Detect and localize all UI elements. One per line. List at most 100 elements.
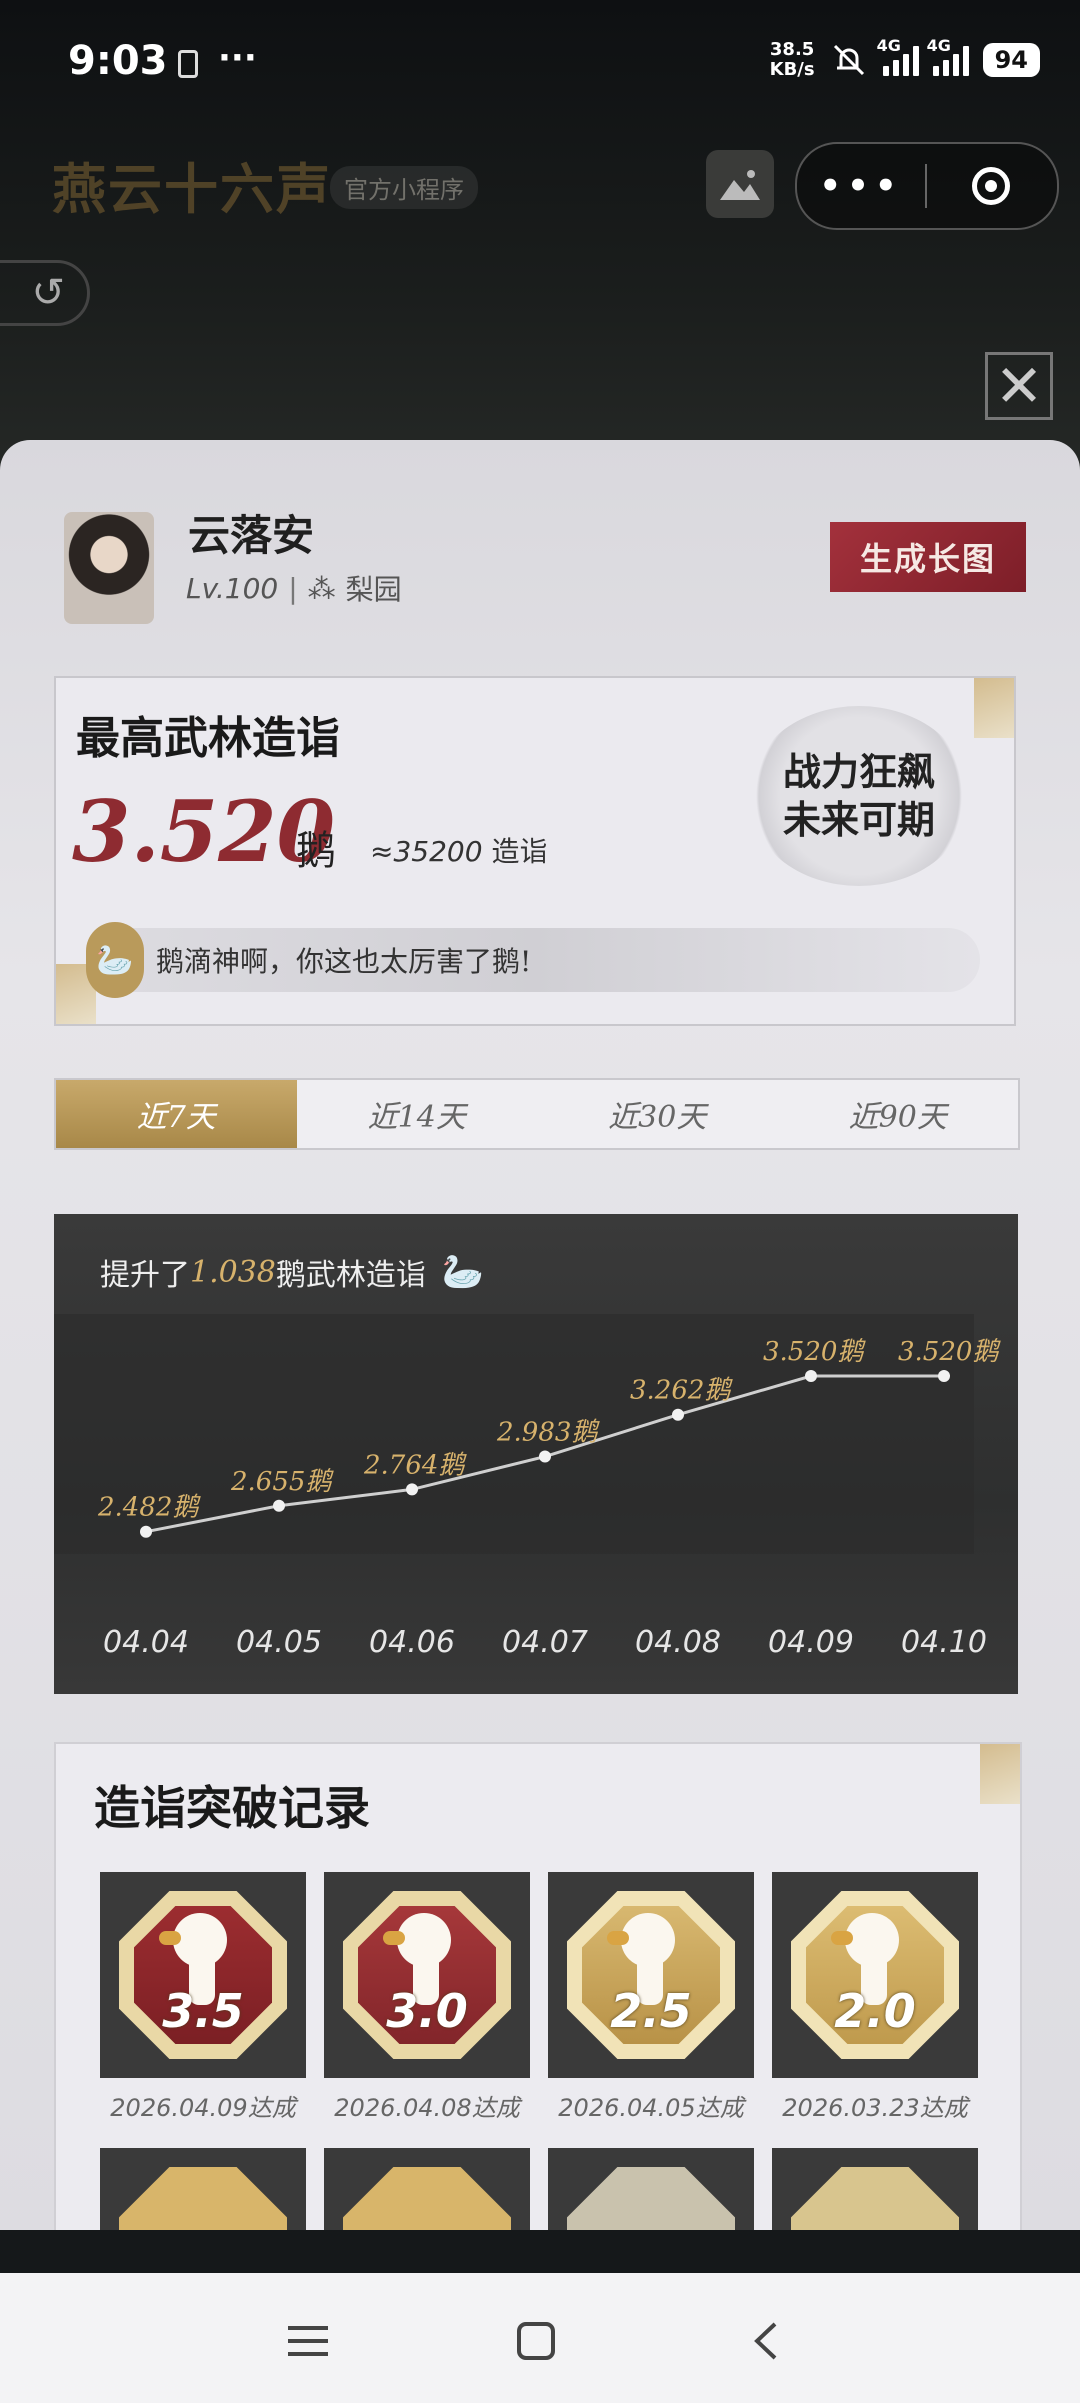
data-point	[140, 1525, 152, 1538]
goose-icon: 🦢	[441, 1252, 485, 1292]
status-more: ···	[218, 38, 257, 78]
x-tick-label: 04.10	[901, 1625, 987, 1660]
data-point	[805, 1370, 817, 1382]
data-point	[539, 1450, 551, 1463]
slogan-seal: 战力狂飙 未来可期	[748, 706, 970, 886]
home-nav-button[interactable]	[506, 2311, 566, 2371]
badge-item-partial[interactable]	[324, 2148, 530, 2230]
slogan-line-1: 战力狂飙	[782, 749, 935, 794]
badge-date: 2026.04.09达成	[110, 2094, 296, 2122]
badge-item-partial[interactable]	[548, 2148, 754, 2230]
badge-level: 2.0	[834, 1984, 916, 2038]
badge-item[interactable]: 2.5 2026.04.05达成	[548, 1872, 754, 2123]
data-point	[672, 1408, 684, 1421]
badge-date: 2026.04.05达成	[558, 2094, 744, 2122]
tab-30-days[interactable]: 近30天	[537, 1080, 778, 1148]
approx-unit: 造诣	[491, 835, 548, 868]
approx-sign: ≈	[370, 835, 394, 868]
tab-14-days[interactable]: 近14天	[297, 1080, 538, 1148]
corner-decoration	[974, 678, 1014, 738]
player-info: Lv.100 | ⁂ 梨园	[186, 568, 402, 608]
badge-image: 3.5	[100, 1872, 306, 2078]
mute-icon	[833, 44, 864, 76]
score-card: 最高武林造诣 3.520 鹅 ≈35200 造诣 战力狂飙 未来可期 🦢 鹅滴神啊…	[54, 676, 1016, 1026]
chart-header-value: 1.038	[190, 1254, 276, 1290]
period-tabs: 近7天 近14天 近30天 近90天	[54, 1078, 1020, 1150]
info-separator: |	[288, 571, 298, 605]
badge-item[interactable]: 2.0 2026.03.23达成	[772, 1872, 978, 2123]
badge-level: 2.5	[610, 1984, 692, 2038]
score-card-title: 最高武林造诣	[76, 713, 340, 764]
slogan-line-2: 未来可期	[782, 797, 935, 842]
x-tick-label: 04.07	[502, 1625, 588, 1660]
chart-header-suffix: 鹅武林造诣	[275, 1258, 426, 1293]
menu-icon	[288, 2326, 328, 2356]
x-tick-label: 04.04	[103, 1625, 189, 1660]
menu-nav-button[interactable]	[278, 2311, 338, 2371]
quote-text: 鹅滴神啊，你这也太厉害了鹅!	[156, 945, 532, 978]
data-label: 2.983鹅	[496, 1418, 600, 1448]
trend-chart-card: 2.482鹅 04.04 2.655鹅 04.05 2.764鹅 04.06 2.983鹅 0…	[54, 1214, 1018, 1694]
more-button[interactable]: •••	[797, 166, 925, 206]
data-point	[273, 1499, 285, 1512]
badge-item-partial[interactable]	[772, 2148, 978, 2230]
avatar[interactable]	[64, 512, 154, 624]
data-label: 2.482鹅	[97, 1493, 201, 1523]
report-sheet: 云落安 Lv.100 | ⁂ 梨园 生成长图 最高武林造诣 3.520 鹅 ≈3…	[0, 440, 1080, 2230]
badge-date: 2026.03.23达成	[782, 2094, 968, 2122]
player-name: 云落安	[188, 511, 315, 560]
mini-program-capsule: •••	[795, 142, 1059, 230]
badge-level: 3.0	[386, 1984, 468, 2038]
network-speed-unit: KB/s	[769, 59, 815, 80]
records-card: 造诣突破记录 3.5 2026.04.09达成 3.0 2026.04.08达成…	[54, 1742, 1022, 2230]
tab-7-days[interactable]: 近7天	[56, 1080, 297, 1148]
generate-long-image-button[interactable]: 生成长图	[830, 522, 1026, 592]
back-arrow-icon: ↺	[31, 270, 65, 316]
badge-octagon: 2.5	[567, 1891, 735, 2059]
mic-icon	[178, 50, 198, 78]
badge-octagon: 3.5	[119, 1891, 287, 2059]
data-label: 2.764鹅	[363, 1450, 467, 1480]
server-name: 梨园	[345, 573, 402, 606]
close-button[interactable]: ✕	[985, 352, 1053, 420]
status-indicators: 38.5 KB/s 4G 4G 94	[769, 36, 1040, 80]
close-mini-program-button[interactable]	[927, 167, 1055, 205]
badge-date: 2026.04.08达成	[334, 2094, 520, 2122]
badge-item[interactable]: 3.5 2026.04.09达成	[100, 1872, 306, 2123]
battery-indicator: 94	[982, 43, 1040, 77]
badge-image: 2.0	[772, 1872, 978, 2078]
badge-item[interactable]: 3.0 2026.04.08达成	[324, 1872, 530, 2123]
game-logo: 燕云十六声	[52, 157, 332, 221]
data-label: 3.520鹅	[898, 1337, 1001, 1367]
system-nav-bar	[0, 2273, 1080, 2403]
x-tick-label: 04.09	[768, 1625, 854, 1660]
signal-icon-1: 4G	[877, 36, 919, 76]
quote-bar: 🦢 鹅滴神啊，你这也太厉害了鹅!	[86, 922, 980, 998]
back-nav-button[interactable]	[736, 2311, 796, 2371]
back-button[interactable]: ↺	[0, 260, 90, 326]
badge-level: 3.5	[162, 1984, 244, 2038]
mini-program-badge: 官方小程序	[330, 166, 478, 209]
image-button[interactable]	[706, 150, 774, 218]
badge-image: 3.0	[324, 1872, 530, 2078]
server-icon: ⁂	[307, 571, 336, 605]
data-point	[938, 1370, 950, 1382]
data-label: 2.655鹅	[230, 1467, 334, 1497]
x-tick-label: 04.05	[236, 1625, 322, 1660]
home-icon	[517, 2322, 555, 2360]
x-tick-label: 04.08	[635, 1625, 721, 1660]
corner-decoration	[980, 1744, 1020, 1804]
goose-icon: 🦢	[86, 922, 144, 998]
network-speed-value: 38.5	[769, 39, 815, 60]
tab-90-days[interactable]: 近90天	[778, 1080, 1019, 1148]
target-icon	[972, 167, 1010, 205]
badge-image: 2.5	[548, 1872, 754, 2078]
player-level: Lv.100	[186, 571, 279, 605]
close-icon: ✕	[994, 352, 1044, 420]
score-unit: 鹅	[296, 828, 336, 874]
badge-octagon: 3.0	[343, 1891, 511, 2059]
back-icon	[754, 2322, 777, 2360]
badge-item-partial[interactable]	[100, 2148, 306, 2230]
chart-header-prefix: 提升了	[100, 1258, 190, 1293]
data-label: 3.520鹅	[763, 1337, 866, 1367]
